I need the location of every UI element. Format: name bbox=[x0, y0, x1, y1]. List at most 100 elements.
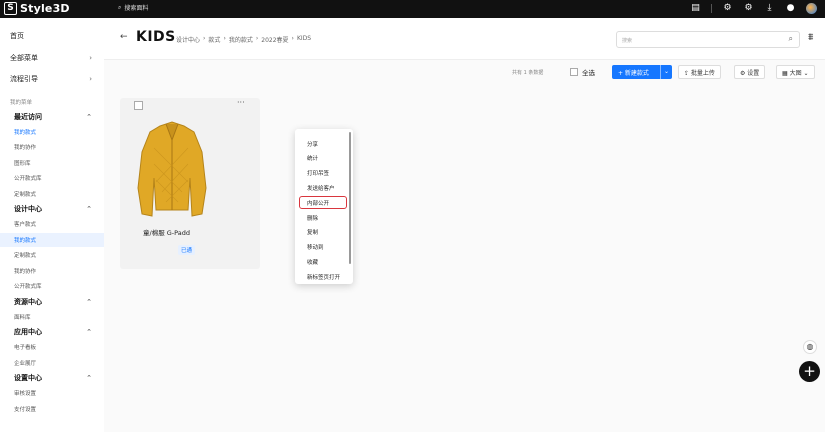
download-icon[interactable]: ⤓ bbox=[764, 3, 775, 14]
chevron-icon: › bbox=[89, 53, 92, 62]
breadcrumb-item[interactable]: KIDS bbox=[297, 35, 311, 44]
sidebar-item[interactable]: 电子看板 bbox=[0, 340, 104, 354]
sidebar-item-label: 面料库 bbox=[14, 314, 31, 321]
menu-item[interactable]: 统计 bbox=[295, 152, 349, 165]
sidebar-item[interactable]: 我的款式 bbox=[0, 232, 104, 247]
sidebar-item-label: 公开款式库 bbox=[14, 284, 42, 290]
sidebar-item[interactable]: 公开款式库 bbox=[0, 171, 104, 185]
menu-item[interactable]: 删除 bbox=[295, 211, 349, 224]
add-floating-button[interactable]: + bbox=[799, 361, 820, 382]
sidebar-item[interactable]: 图形库 bbox=[0, 156, 104, 170]
sidebar-item-top-0[interactable]: 首页 bbox=[0, 29, 104, 43]
sidebar-group-1[interactable]: 设计中心 ⌃ bbox=[0, 202, 104, 216]
sidebar-group-4[interactable]: 设置中心 ⌃ bbox=[0, 371, 104, 385]
global-search-placeholder: 搜索面料 bbox=[124, 5, 149, 12]
chevron-icon: › bbox=[89, 75, 92, 83]
sidebar-group-1-label: 设计中心 bbox=[14, 205, 42, 213]
divider bbox=[711, 4, 712, 13]
sidebar-item-label: 电子看板 bbox=[14, 345, 37, 351]
sidebar-item[interactable]: 审核设置 bbox=[0, 386, 104, 400]
help-icon[interactable]: ◍ bbox=[803, 340, 817, 354]
sidebar-item-label: 审核设置 bbox=[14, 391, 37, 397]
sidebar-item[interactable]: 企业展厅 bbox=[0, 356, 104, 370]
breadcrumb-item[interactable]: 设计中心 bbox=[176, 35, 200, 44]
menu-item[interactable]: 移动到 bbox=[295, 241, 349, 254]
sidebar-item-top-2[interactable]: 流程引导 › bbox=[0, 72, 104, 86]
calendar-icon[interactable]: ▤ bbox=[690, 3, 701, 14]
chevron-icon: ⌃ bbox=[86, 205, 92, 213]
toolbar: 共有 1 条数据 全选 + 新建款式 ⌄ ⇪ 批量上传 ⚙ 设置 ▦ 大图 ⌄ bbox=[104, 62, 825, 82]
back-arrow-icon[interactable]: ← bbox=[120, 32, 128, 42]
sidebar-item[interactable]: 我的协作 bbox=[0, 264, 104, 278]
sidebar-item[interactable]: 定制款式 bbox=[0, 248, 104, 262]
sidebar-item-top-1[interactable]: 全部菜单 › bbox=[0, 51, 104, 65]
sidebar-item-label: 客户款式 bbox=[14, 222, 37, 228]
sidebar-item-label: 支付设置 bbox=[14, 406, 37, 413]
more-options-icon[interactable]: ··· bbox=[237, 98, 245, 107]
settings-button[interactable]: ⚙ 设置 bbox=[734, 65, 766, 79]
settings-icon[interactable]: ⚙ bbox=[722, 3, 733, 14]
breadcrumb-item[interactable]: 款式 bbox=[208, 35, 220, 44]
breadcrumb-item[interactable]: 2022春夏 bbox=[261, 35, 288, 44]
search-icon: ⌕ bbox=[118, 3, 122, 11]
menu-item[interactable]: 收藏 bbox=[295, 255, 349, 268]
sidebar-item-label: 我的协作 bbox=[14, 268, 37, 275]
menu-item[interactable]: 新标签页打开 bbox=[295, 270, 349, 283]
record-count: 共有 1 条数据 bbox=[512, 70, 544, 76]
page-title: KIDS bbox=[136, 29, 176, 45]
checkbox-icon bbox=[570, 68, 578, 76]
style-card[interactable]: ··· 童/棉服 G-Padd 已通 bbox=[120, 98, 260, 269]
search-input[interactable]: 搜索 ⌕ bbox=[616, 31, 800, 48]
sidebar-group-2-label: 资源中心 bbox=[14, 297, 42, 306]
menu-item[interactable]: 打印吊签 bbox=[295, 167, 349, 180]
logo-text: Style3D bbox=[20, 2, 70, 15]
menu-item[interactable]: 内部公开 bbox=[299, 196, 347, 210]
new-style-button[interactable]: + 新建款式 ⌄ bbox=[612, 65, 672, 79]
chevron-down-icon[interactable]: ⌄ bbox=[660, 65, 672, 79]
breadcrumb-separator: › bbox=[291, 35, 294, 42]
chevron-icon: ⌃ bbox=[86, 374, 92, 382]
avatar[interactable] bbox=[806, 3, 817, 14]
page-header: ← KIDS 设计中心 › 款式 › 我的款式 › 2022春夏 › KIDS 搜索 ⌕ ⩩ bbox=[104, 18, 825, 60]
sidebar-item-label: 公开款式库 bbox=[14, 176, 42, 182]
menu-item[interactable]: 发送给客户 bbox=[295, 181, 349, 194]
menu-scrollbar[interactable] bbox=[349, 132, 351, 264]
new-style-label: + 新建款式 bbox=[618, 69, 649, 77]
sidebar-item[interactable]: 客户款式 bbox=[0, 217, 104, 231]
sidebar-item-label: 企业展厅 bbox=[14, 360, 37, 367]
menu-item[interactable]: 分享 bbox=[295, 137, 349, 150]
sidebar-item-label: 我的款式 bbox=[14, 237, 37, 244]
breadcrumb-item[interactable]: 我的款式 bbox=[229, 35, 253, 44]
bulk-upload-button[interactable]: ⇪ 批量上传 bbox=[678, 65, 721, 79]
filter-icon[interactable]: ⩩ bbox=[808, 32, 813, 43]
chevron-icon: ⌃ bbox=[86, 328, 92, 336]
top-icons: ▤ ⚙ ⚙ ⤓ ● bbox=[690, 3, 817, 14]
sidebar-group-0[interactable]: 最近访问 ⌃ bbox=[0, 110, 104, 124]
global-search[interactable]: ⌕ 搜索面料 bbox=[118, 3, 149, 13]
notification-icon[interactable]: ⚙ bbox=[743, 3, 754, 14]
breadcrumb: 设计中心 › 款式 › 我的款式 › 2022春夏 › KIDS bbox=[176, 35, 311, 44]
sidebar-item[interactable]: 定制款式 bbox=[0, 187, 104, 201]
sidebar-item[interactable]: 我的款式 bbox=[0, 125, 104, 139]
select-all-label: 全选 bbox=[582, 69, 595, 77]
sidebar-section-label: 我的菜单 bbox=[0, 95, 104, 109]
sidebar-item-top-0-label: 首页 bbox=[10, 32, 24, 40]
sidebar-item[interactable]: 我的协作 bbox=[0, 140, 104, 154]
app-logo[interactable]: S Style3D bbox=[4, 2, 70, 15]
sidebar-group-2[interactable]: 资源中心 ⌃ bbox=[0, 295, 104, 309]
sidebar-group-0-label: 最近访问 bbox=[14, 112, 42, 121]
search-placeholder: 搜索 bbox=[622, 38, 633, 44]
sidebar-item-label: 定制款式 bbox=[14, 191, 37, 198]
sidebar-group-3[interactable]: 应用中心 ⌃ bbox=[0, 325, 104, 339]
chevron-icon: ⌃ bbox=[86, 297, 92, 306]
menu-item[interactable]: 复制 bbox=[295, 226, 349, 239]
view-mode-select[interactable]: ▦ 大图 ⌄ bbox=[776, 65, 815, 79]
sidebar-item[interactable]: 公开款式库 bbox=[0, 279, 104, 293]
sidebar-item[interactable]: 支付设置 bbox=[0, 402, 104, 416]
chevron-icon: ⌃ bbox=[86, 112, 92, 121]
message-icon[interactable]: ● bbox=[785, 3, 796, 14]
sidebar-item[interactable]: 面料库 bbox=[0, 310, 104, 324]
card-checkbox[interactable] bbox=[134, 101, 143, 110]
search-icon[interactable]: ⌕ bbox=[789, 34, 793, 44]
select-all-checkbox[interactable]: 全选 bbox=[570, 65, 595, 79]
